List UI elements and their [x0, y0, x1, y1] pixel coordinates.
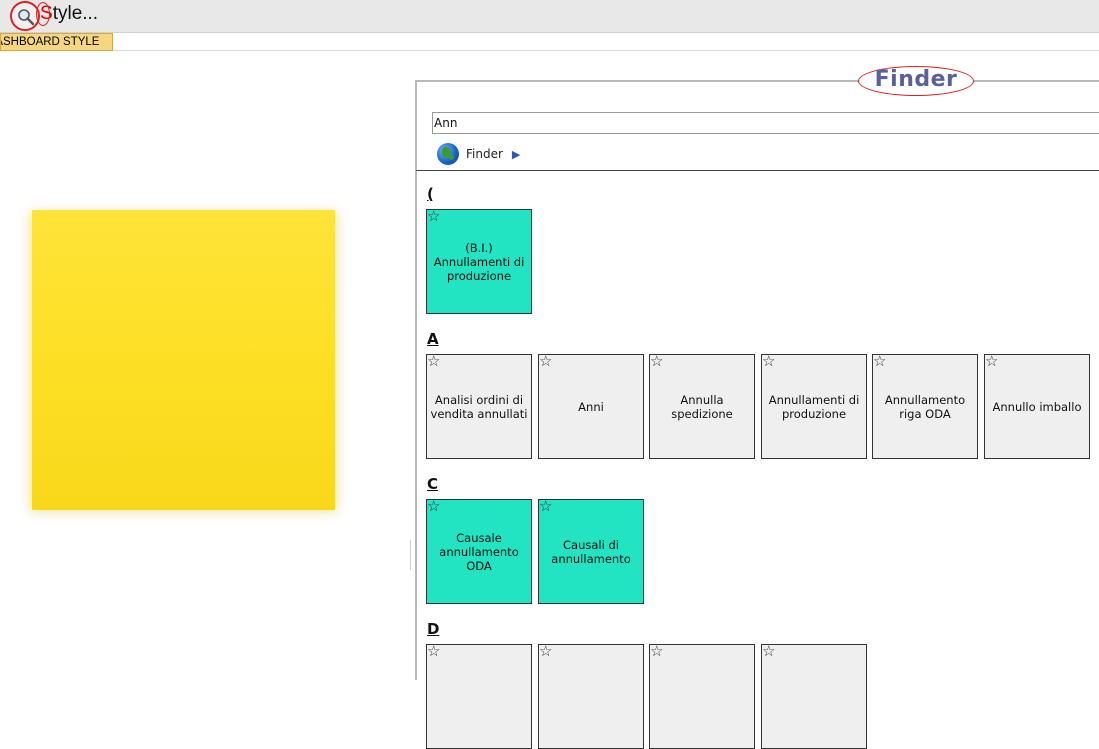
result-tile-label — [762, 645, 866, 748]
result-tile-label: Anni — [578, 399, 604, 414]
result-tile[interactable]: ☆ Annullo imballo — [984, 354, 1090, 459]
result-tile[interactable]: ☆ — [649, 644, 755, 749]
sticky-note[interactable] — [32, 210, 335, 510]
result-tile-label — [427, 645, 531, 748]
results-separator — [416, 170, 1099, 171]
result-tile[interactable]: ☆ — [538, 644, 644, 749]
group-letter: ( — [427, 185, 434, 203]
magnifier-icon — [18, 9, 35, 26]
result-tile[interactable]: ☆ Analisi ordini di vendita annullati — [426, 354, 532, 459]
result-tile-label: Annullamenti di produzione — [768, 392, 860, 421]
result-tile[interactable]: ☆ Annullamenti di produzione — [761, 354, 867, 459]
group-letter: C — [427, 475, 439, 493]
group-letter: A — [427, 330, 439, 348]
style-menu-initial: S — [40, 3, 53, 24]
result-tile[interactable]: ☆ Annulla spedizione — [649, 354, 755, 459]
result-tile[interactable]: ☆ Causali di annullamento — [538, 499, 644, 604]
result-tile[interactable]: ☆ — [761, 644, 867, 749]
result-tile[interactable]: ☆ Annullamento riga ODA — [872, 354, 978, 459]
result-tile-label: Analisi ordini di vendita annullati — [430, 392, 528, 421]
top-toolbar: Style... — [0, 0, 1099, 33]
tab-dashboard-style[interactable]: DASHBOARD STYLE — [0, 33, 113, 51]
result-tile[interactable]: ☆ Causale annullamento ODA — [426, 499, 532, 604]
finder-title: Finder — [858, 66, 974, 96]
style-menu-text: tyle... — [52, 3, 99, 24]
result-tile-label: (B.I.) Annullamenti di produzione — [433, 240, 525, 283]
result-tile[interactable]: ☆ (B.I.) Annullamenti di produzione — [426, 209, 532, 314]
breadcrumb-label: Finder — [466, 147, 503, 161]
result-tile-label — [539, 645, 643, 748]
globe-icon — [437, 143, 459, 165]
breadcrumb[interactable]: Finder ▶ — [437, 143, 520, 165]
group-letter: D — [427, 620, 440, 638]
result-tile-label: Annullamento riga ODA — [884, 392, 966, 421]
finder-search-input[interactable] — [432, 112, 1099, 134]
style-menu[interactable]: Style... — [40, 3, 98, 25]
result-tile-label: Causali di annullamento — [551, 537, 631, 566]
result-tile[interactable]: ☆ — [426, 644, 532, 749]
play-arrow-icon[interactable]: ▶ — [512, 148, 520, 161]
result-tile-label: Annulla spedizione — [671, 392, 733, 421]
panel-edge — [410, 540, 411, 570]
result-tile-label: Annullo imballo — [992, 399, 1082, 414]
result-tile[interactable]: ☆ Anni — [538, 354, 644, 459]
toolbar-handle-icon — [0, 4, 8, 26]
tab-dashboard-style-label: DASHBOARD STYLE — [1, 36, 100, 48]
result-tile-label — [650, 645, 754, 748]
result-tile-label: Causale annullamento ODA — [439, 530, 519, 573]
tab-divider — [113, 50, 1099, 51]
